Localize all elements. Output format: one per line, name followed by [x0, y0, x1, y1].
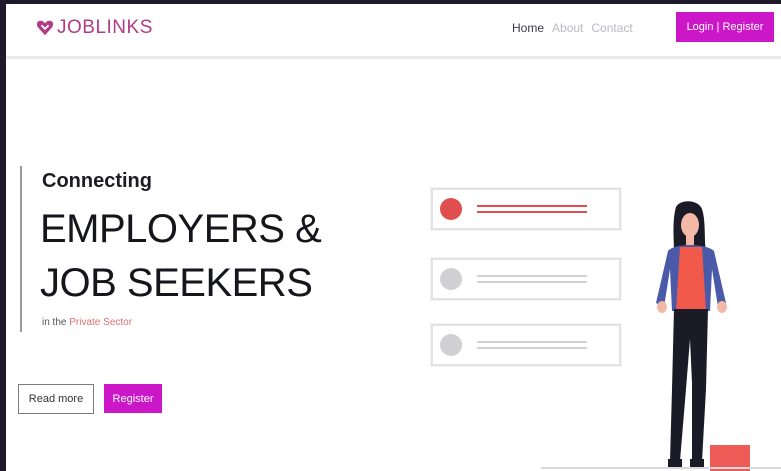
logo[interactable]: JOBLINKS [36, 17, 153, 39]
subtitle-prefix: in the [42, 317, 70, 328]
read-more-button[interactable]: Read more [18, 384, 94, 414]
register-button[interactable]: Register [104, 384, 162, 413]
illustration-card-1 [431, 188, 621, 230]
nav-link-home[interactable]: Home [512, 21, 544, 35]
card-dot [440, 198, 462, 220]
nav-link-about[interactable]: About [552, 21, 583, 35]
hero-subtitle: in the Private Sector [42, 317, 132, 328]
headline-line-1: EMPLOYERS & [40, 207, 322, 251]
hero-headline: EMPLOYERS & JOB SEEKERS [40, 202, 322, 310]
headline-line-2: JOB SEEKERS [40, 261, 313, 305]
hero-accent-bar [20, 166, 22, 332]
card-line [477, 281, 587, 283]
navbar: JOBLINKS Home About Contact Login | Regi… [6, 4, 781, 59]
login-register-button[interactable]: Login | Register [676, 12, 774, 42]
woman-illustration [656, 201, 750, 471]
card-line [477, 275, 587, 277]
illustration-card-3 [431, 324, 621, 366]
card-line [477, 205, 587, 207]
heart-shield-icon [36, 20, 54, 36]
brand-name: JOBLINKS [57, 17, 153, 38]
page-frame: JOBLINKS Home About Contact Login | Regi… [6, 4, 781, 471]
illustration-card-2 [431, 258, 621, 300]
card-line [477, 211, 587, 213]
card-dot [440, 334, 462, 356]
card-line [477, 341, 587, 343]
nav-link-contact[interactable]: Contact [591, 21, 632, 35]
hero-kicker: Connecting [42, 170, 152, 192]
floor-line [541, 467, 781, 469]
card-dot [440, 268, 462, 290]
nav-links: Home About Contact [512, 21, 633, 35]
card-line [477, 347, 587, 349]
subtitle-accent: Private Sector [69, 317, 133, 328]
